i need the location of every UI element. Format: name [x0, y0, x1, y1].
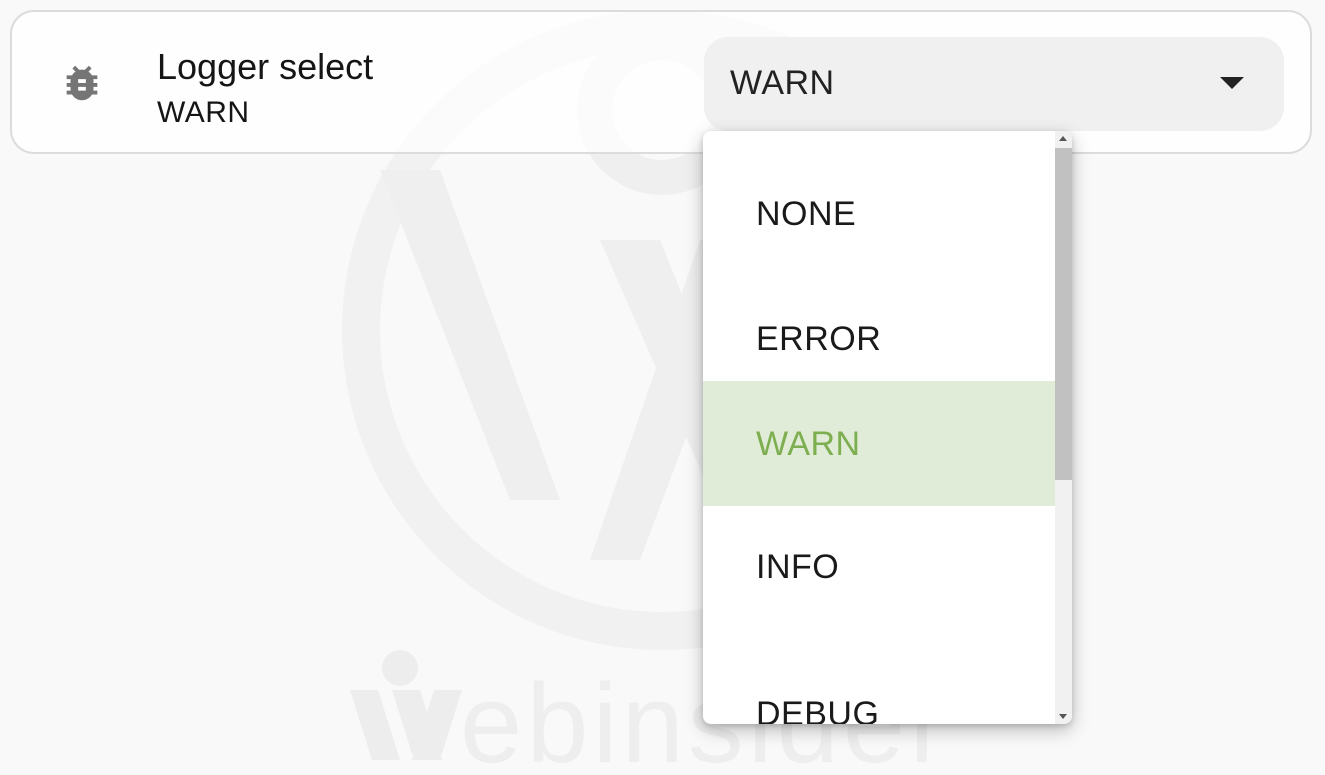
entity-name: Logger select — [157, 46, 374, 87]
bug-icon — [66, 65, 98, 101]
logger-level-select[interactable]: WARN — [704, 37, 1284, 131]
entity-state: WARN — [157, 96, 250, 129]
option-info[interactable]: INFO — [703, 506, 1055, 631]
option-label: NONE — [756, 195, 857, 233]
select-dropdown-menu: NONE ERROR WARN INFO DEBUG — [703, 131, 1072, 724]
option-error[interactable]: ERROR — [703, 256, 1055, 381]
dropdown-arrow-icon[interactable] — [1220, 77, 1244, 89]
scroll-down-arrow-icon[interactable] — [1059, 714, 1067, 719]
option-debug[interactable]: DEBUG — [703, 669, 1055, 724]
option-warn[interactable]: WARN — [703, 381, 1055, 506]
option-list: NONE ERROR WARN INFO — [703, 131, 1055, 631]
logger-select-card: Logger select WARN WARN — [10, 10, 1312, 154]
page: ebinsider Logger select WARN WARN NONE E… — [0, 0, 1325, 775]
scroll-up-arrow-icon[interactable] — [1059, 136, 1067, 141]
option-none[interactable]: NONE — [703, 131, 1055, 256]
option-label: DEBUG — [756, 695, 880, 724]
option-label: INFO — [756, 548, 840, 586]
option-label: WARN — [756, 425, 861, 463]
select-value: WARN — [730, 64, 835, 102]
scroll-thumb[interactable] — [1055, 148, 1072, 480]
menu-scrollbar[interactable] — [1055, 131, 1072, 724]
option-label: ERROR — [756, 320, 882, 358]
